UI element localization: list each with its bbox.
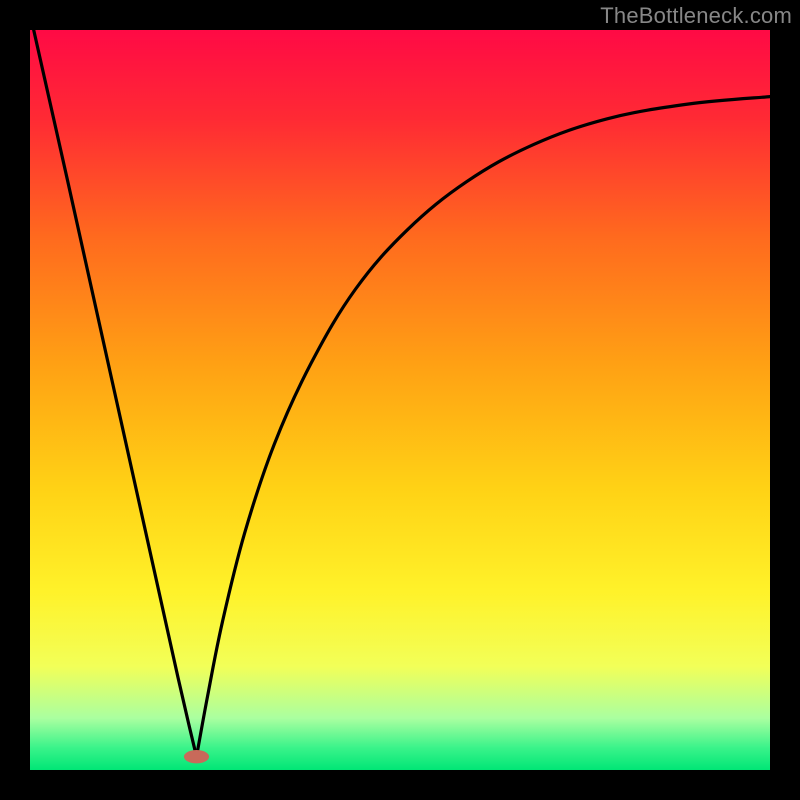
chart-plot [30,30,770,770]
watermark-text: TheBottleneck.com [600,3,792,29]
min-marker [184,750,209,763]
chart-frame: TheBottleneck.com [0,0,800,800]
chart-background [30,30,770,770]
